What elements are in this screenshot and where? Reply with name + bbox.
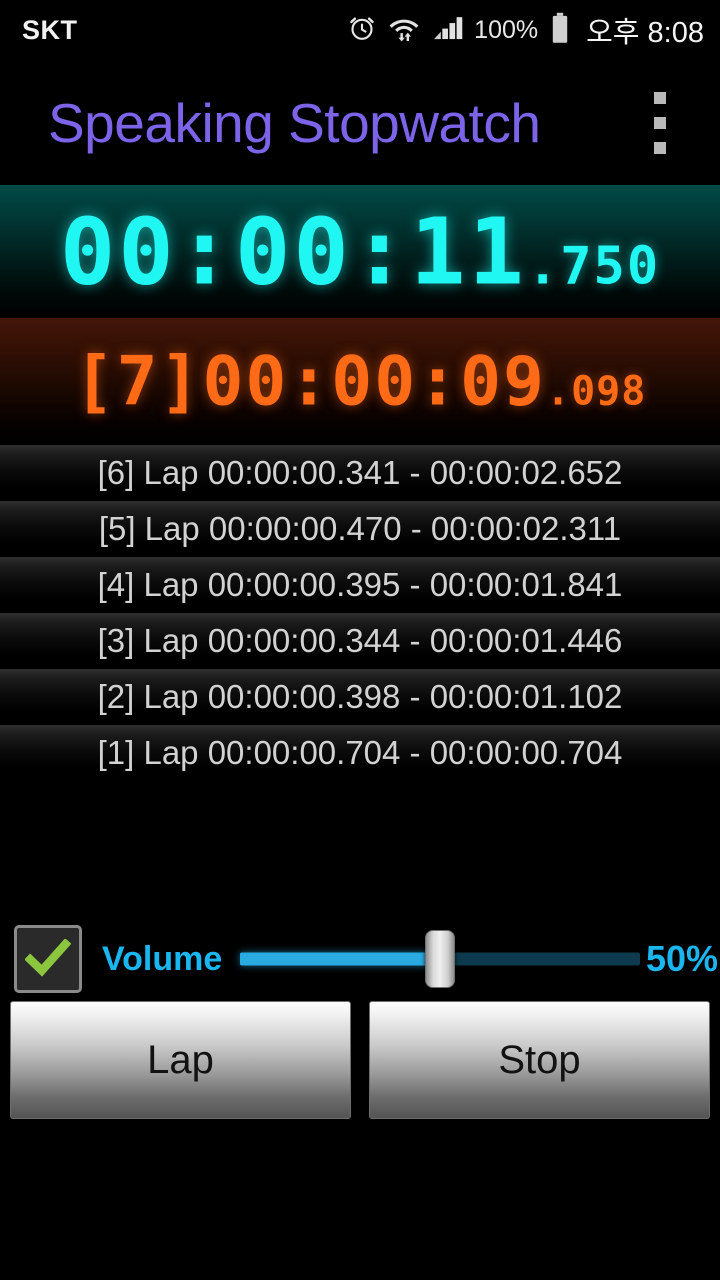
carrier-label: SKT [22, 14, 78, 45]
status-bar: SKT 100% 오후 8:08 [0, 0, 720, 60]
overflow-dot [654, 116, 666, 129]
lap-list-item-label: [2] Lap 00:00:00.398 - 00:00:01.102 [97, 678, 623, 715]
checkmark-icon [25, 939, 71, 977]
lap-list-item[interactable]: [1] Lap 00:00:00.704 - 00:00:00.704 [0, 725, 720, 781]
app-title-bar: Speaking Stopwatch [0, 60, 720, 185]
main-time-value: 00:00:11 [59, 198, 527, 305]
stop-button-label: Stop [498, 1037, 581, 1082]
main-time-value-group: 00:00:11.750 [0, 198, 720, 305]
lap-list-item[interactable]: [3] Lap 00:00:00.344 - 00:00:01.446 [0, 613, 720, 669]
lap-list-item[interactable]: [5] Lap 00:00:00.470 - 00:00:02.311 [0, 501, 720, 557]
current-lap-milliseconds: .098 [546, 368, 647, 414]
volume-label: Volume [102, 939, 223, 978]
page-title: Speaking Stopwatch [48, 91, 541, 154]
volume-slider-fill [240, 952, 441, 966]
lap-button[interactable]: Lap [10, 1001, 351, 1119]
volume-slider[interactable] [240, 929, 640, 989]
current-lap-index: [7] [73, 342, 203, 421]
lap-list-item[interactable]: [2] Lap 00:00:00.398 - 00:00:01.102 [0, 669, 720, 725]
wifi-icon [388, 13, 420, 48]
lap-list-item[interactable]: [4] Lap 00:00:00.395 - 00:00:01.841 [0, 557, 720, 613]
volume-slider-thumb[interactable] [425, 930, 456, 988]
overflow-dot [654, 141, 666, 154]
volume-control-row: Volume 50% [0, 919, 720, 999]
main-time-display[interactable]: 00:00:11.750 [0, 185, 720, 318]
volume-percent-label: 50% [645, 938, 718, 979]
action-button-bar: Lap Stop [0, 999, 720, 1121]
lap-button-label: Lap [147, 1037, 214, 1082]
lap-list-item-label: [4] Lap 00:00:00.395 - 00:00:01.841 [97, 566, 623, 603]
lap-list[interactable]: [6] Lap 00:00:00.341 - 00:00:02.652 [5] … [0, 445, 720, 781]
current-lap-time: 00:00:09 [202, 342, 546, 421]
bottom-spacer [0, 1121, 720, 1251]
main-time-milliseconds: .750 [526, 236, 661, 296]
overflow-menu-icon[interactable] [640, 82, 680, 164]
current-lap-display[interactable]: [7]00:00:09.098 [0, 318, 720, 445]
volume-checkbox[interactable] [14, 925, 82, 993]
alarm-clock-icon [347, 13, 377, 48]
lap-list-item[interactable]: [6] Lap 00:00:00.341 - 00:00:02.652 [0, 445, 720, 501]
lap-list-item-label: [5] Lap 00:00:00.470 - 00:00:02.311 [98, 510, 622, 547]
lap-list-item-label: [3] Lap 00:00:00.344 - 00:00:01.446 [97, 622, 623, 659]
content-spacer [0, 781, 720, 919]
status-clock: 오후 8:08 [586, 17, 704, 49]
current-lap-value-group: [7]00:00:09.098 [0, 342, 720, 421]
cellular-signal-icon [431, 13, 463, 48]
lap-list-item-label: [6] Lap 00:00:00.341 - 00:00:02.652 [97, 454, 623, 491]
overflow-dot [654, 91, 666, 104]
lap-list-item-label: [1] Lap 00:00:00.704 - 00:00:00.704 [97, 734, 623, 771]
battery-percent-label: 100% [474, 15, 539, 44]
stop-button[interactable]: Stop [369, 1001, 710, 1119]
battery-icon [550, 12, 570, 49]
status-icons-group: 100% 오후 8:08 [347, 9, 704, 51]
